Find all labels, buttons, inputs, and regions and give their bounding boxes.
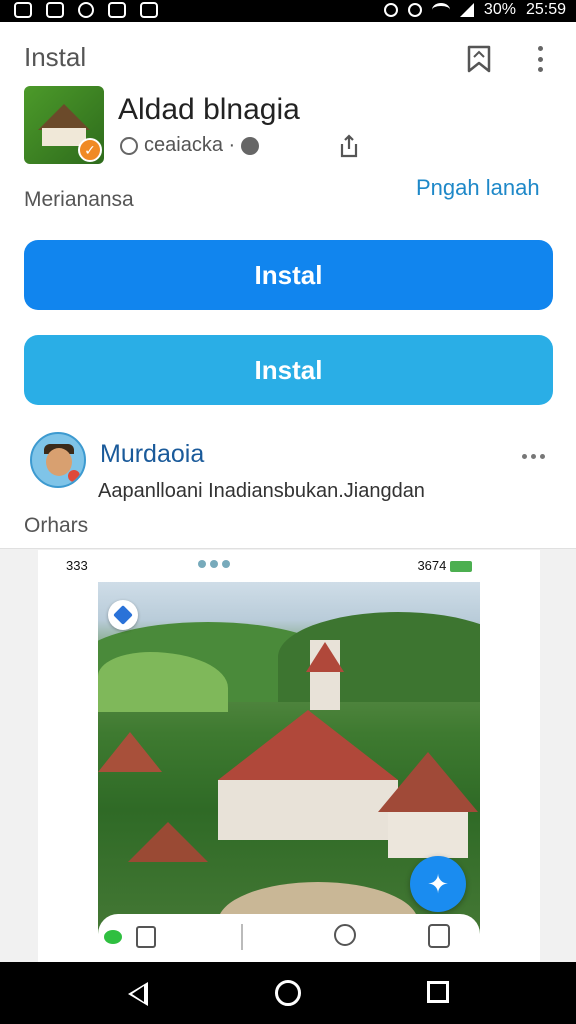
avatar[interactable] xyxy=(30,432,86,488)
notification-icon xyxy=(14,2,32,18)
screenshot-nav-bar xyxy=(98,914,480,962)
app-name: Aldad blnagia xyxy=(118,93,300,126)
recents-icon[interactable] xyxy=(427,981,449,1003)
bookmark-icon[interactable] xyxy=(466,44,492,74)
app-badge-icon: ✓ xyxy=(78,138,102,162)
notification-icon xyxy=(78,2,94,18)
more-horiz-icon[interactable] xyxy=(522,454,545,459)
app-bar: Instal xyxy=(0,22,576,84)
install-button-secondary[interactable]: Instal xyxy=(24,335,553,405)
more-vert-icon[interactable] xyxy=(532,44,548,74)
battery-icon xyxy=(450,561,472,573)
back-icon[interactable] xyxy=(128,982,148,1006)
status-bar: 30% 25:59 xyxy=(0,0,576,22)
more-info-link[interactable]: Pngah lanah xyxy=(416,175,540,201)
location-icon xyxy=(108,600,138,630)
install-button[interactable]: Instal xyxy=(24,240,553,310)
others-label: Orhars xyxy=(24,514,89,537)
developer-contact-link[interactable]: Merianansa xyxy=(24,188,134,212)
system-icons: 30% 25:59 xyxy=(383,1,566,19)
home-icon[interactable] xyxy=(275,980,301,1006)
signal-icon xyxy=(459,3,474,17)
app-dot-icon xyxy=(104,930,122,944)
system-nav-bar xyxy=(0,962,576,1024)
notification-icon xyxy=(140,2,158,18)
screenshot-status-bar: 333 3674 xyxy=(58,552,480,580)
screenshot-dots xyxy=(198,560,230,568)
developer-name[interactable]: Murdaoia xyxy=(100,440,204,469)
app-meta: ceaiacka · xyxy=(120,134,260,157)
list-icon xyxy=(136,926,156,948)
notification-icon xyxy=(46,2,64,18)
share-icon[interactable] xyxy=(338,134,360,158)
page-title: Instal xyxy=(24,42,87,72)
screenshot-status-right: 3674 xyxy=(417,558,447,573)
notification-icons xyxy=(14,2,158,18)
clock: 25:59 xyxy=(525,1,566,18)
globe-icon xyxy=(241,136,260,155)
fab-icon[interactable]: ✦ xyxy=(410,856,466,912)
app-icon: ✓ xyxy=(24,86,104,164)
wifi-icon xyxy=(431,3,450,17)
profile-icon xyxy=(428,924,450,948)
notification-icon xyxy=(108,2,126,18)
search-icon xyxy=(334,924,356,946)
app-meta-text: ceaiacka · xyxy=(144,134,236,156)
alarm-icon xyxy=(407,3,422,17)
battery-text: 30% xyxy=(483,1,516,18)
info-icon xyxy=(120,136,138,155)
sync-icon xyxy=(383,3,398,17)
screenshot-status-left: 333 xyxy=(66,558,88,573)
developer-description: Aapanlloani Inadiansbukan.Jiangdan xyxy=(98,480,425,502)
